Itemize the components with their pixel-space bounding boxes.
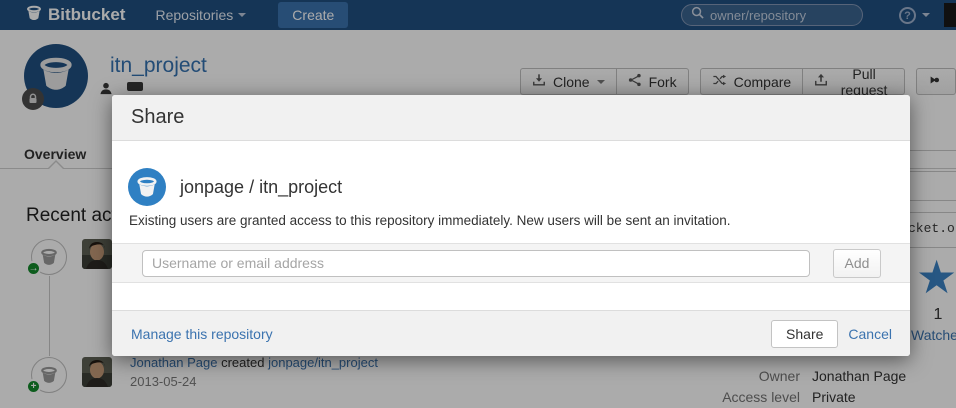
share-dialog-body: jonpage / itn_project Existing users are… <box>112 141 910 310</box>
add-button[interactable]: Add <box>833 248 881 278</box>
share-dialog: Share jonpage / itn_project Existing use… <box>112 95 910 356</box>
bitbucket-page: Bitbucket Repositories Create ? itn_proj… <box>0 0 956 408</box>
share-dialog-header: Share <box>112 95 910 141</box>
invite-input-row: Add <box>112 243 910 283</box>
dialog-title: Share <box>131 106 185 128</box>
repo-full-name: jonpage / itn_project <box>180 177 343 197</box>
share-button[interactable]: Share <box>771 319 839 348</box>
username-email-input[interactable] <box>142 249 810 277</box>
share-description: Existing users are granted access to thi… <box>129 213 731 228</box>
repo-avatar-small <box>128 168 166 206</box>
cancel-link[interactable]: Cancel <box>848 326 892 342</box>
share-dialog-footer: Manage this repository Share Cancel <box>112 310 910 356</box>
manage-repository-link[interactable]: Manage this repository <box>131 326 273 342</box>
